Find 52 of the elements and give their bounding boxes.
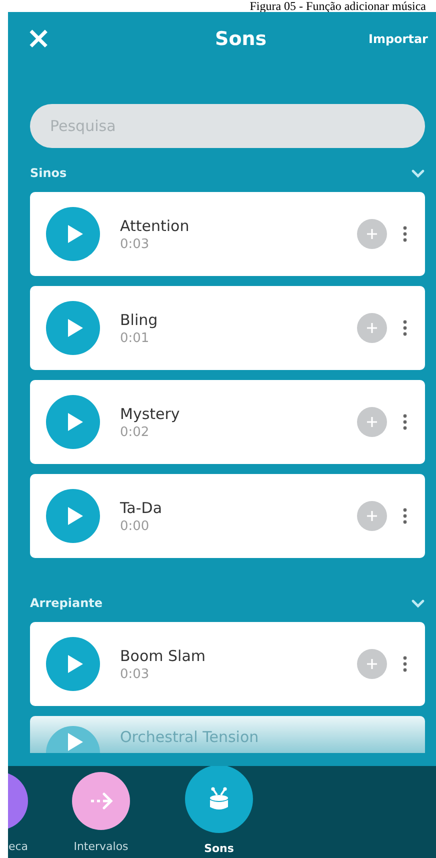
play-icon xyxy=(65,317,85,339)
sound-card[interactable]: Mystery 0:02 xyxy=(30,380,425,464)
play-icon xyxy=(65,223,85,245)
add-button[interactable] xyxy=(357,313,387,343)
sound-card[interactable]: Boom Slam 0:03 xyxy=(30,622,425,706)
play-button[interactable] xyxy=(46,207,100,261)
play-icon xyxy=(65,505,85,527)
screen-title: Sons xyxy=(215,28,267,50)
play-button[interactable] xyxy=(46,726,100,753)
play-icon xyxy=(65,411,85,433)
nav-label: Intervalos xyxy=(72,840,130,853)
sound-name: Attention xyxy=(120,216,190,234)
add-button[interactable] xyxy=(357,219,387,249)
sound-card[interactable]: Attention 0:03 xyxy=(30,192,425,276)
more-icon xyxy=(403,320,407,336)
sound-name: Orchestral Tension xyxy=(120,728,260,746)
plus-icon xyxy=(366,228,378,240)
play-button[interactable] xyxy=(46,301,100,355)
play-button[interactable] xyxy=(46,637,100,691)
sound-name: Ta-Da xyxy=(120,498,164,516)
plus-icon xyxy=(366,658,378,670)
more-icon xyxy=(403,414,407,430)
section-title: Sinos xyxy=(30,166,67,180)
plus-icon xyxy=(366,322,378,334)
sound-duration: 0:01 xyxy=(120,330,150,346)
plus-icon xyxy=(366,510,378,522)
figure-caption: Figura 05 - Função adicionar música xyxy=(248,0,427,12)
sound-duration: 0:03 xyxy=(120,236,150,252)
play-button[interactable] xyxy=(46,395,100,449)
play-button[interactable] xyxy=(46,489,100,543)
sound-card[interactable]: Bling 0:01 xyxy=(30,286,425,370)
sound-duration: 0:02 xyxy=(120,424,150,440)
add-button[interactable] xyxy=(357,501,387,531)
play-icon xyxy=(65,653,85,675)
sound-name: Mystery xyxy=(120,404,181,422)
sound-card[interactable]: Ta-Da 0:00 xyxy=(30,474,425,558)
sound-duration: 0:00 xyxy=(120,518,150,534)
nav-label: eca xyxy=(8,840,28,853)
plus-icon xyxy=(366,416,378,428)
more-icon xyxy=(403,508,407,524)
add-button[interactable] xyxy=(357,407,387,437)
sound-name: Bling xyxy=(120,310,159,328)
chevron-down-icon[interactable] xyxy=(411,168,425,178)
add-button[interactable] xyxy=(357,649,387,679)
play-icon xyxy=(65,731,85,753)
nav-label: Sons xyxy=(203,842,235,855)
more-icon xyxy=(403,226,407,242)
sound-duration: 0:03 xyxy=(120,666,150,682)
sound-name: Boom Slam xyxy=(120,646,207,664)
section-title: Arrepiante xyxy=(30,596,102,610)
chevron-down-icon[interactable] xyxy=(411,598,425,608)
more-icon xyxy=(403,656,407,672)
